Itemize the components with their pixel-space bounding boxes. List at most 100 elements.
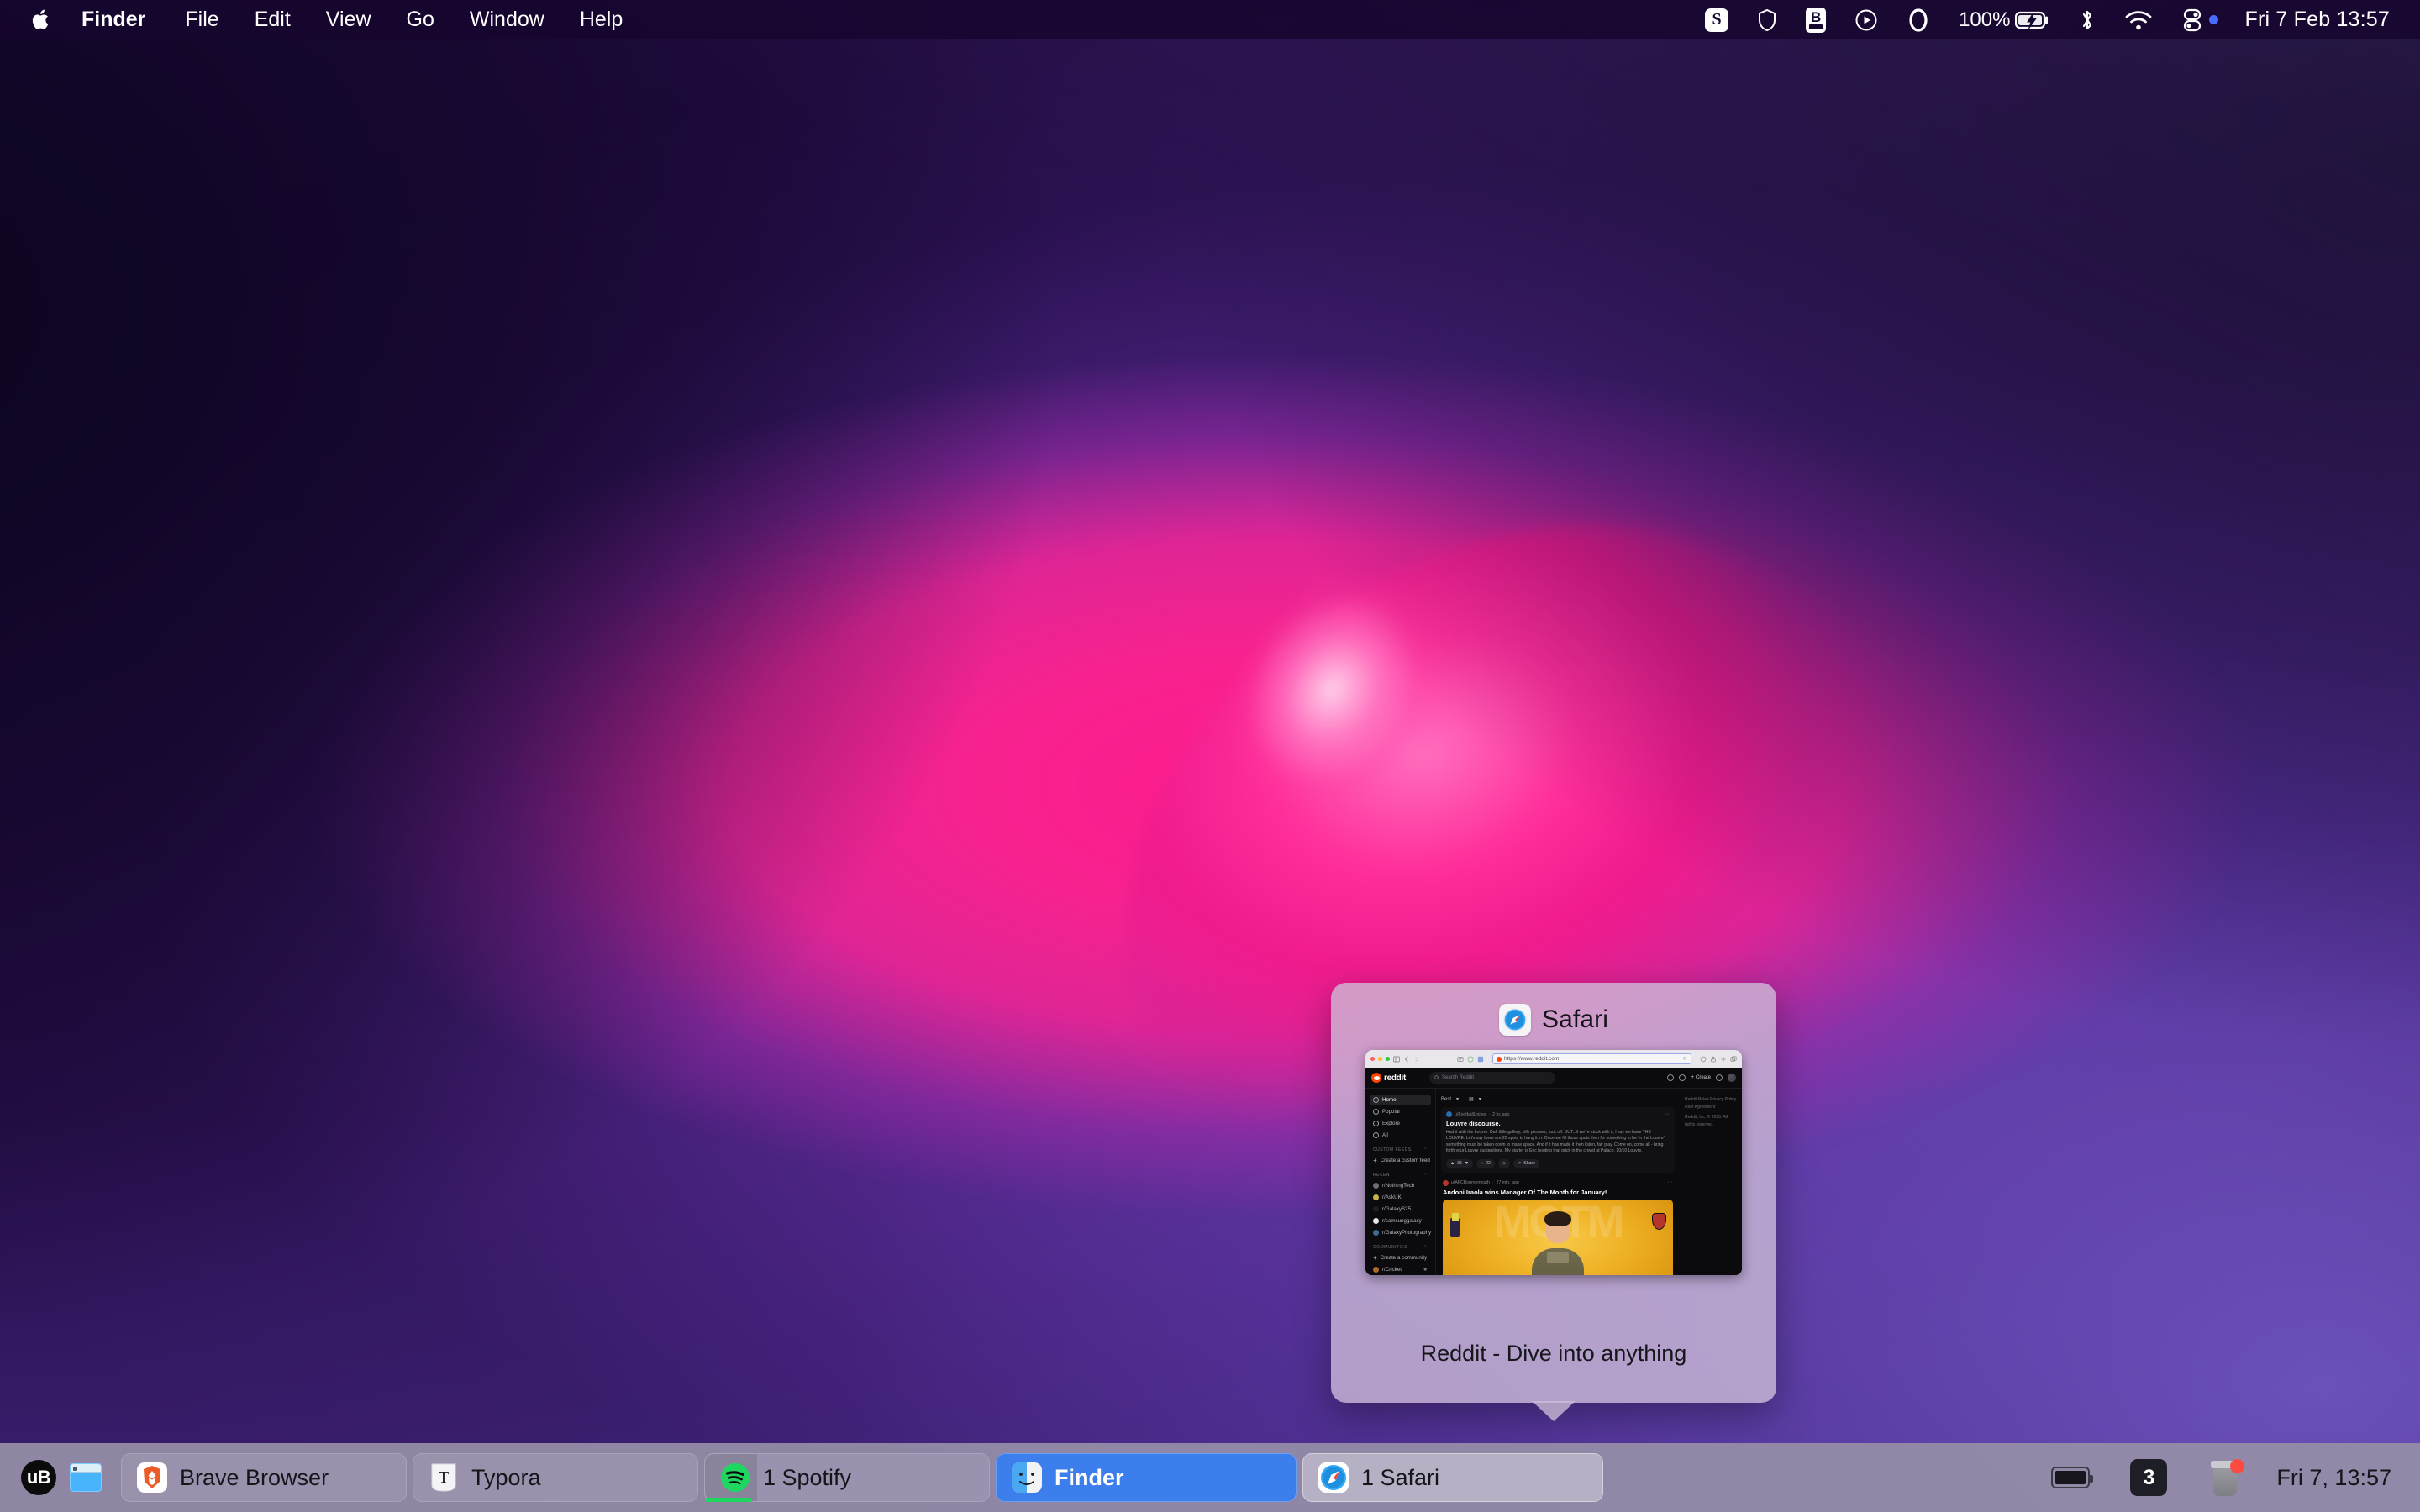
subreddit-icon bbox=[1373, 1194, 1379, 1200]
create-custom-feed-item[interactable]: + Create a custom feed bbox=[1370, 1155, 1431, 1166]
task-label: Brave Browser bbox=[180, 1464, 329, 1490]
spotify-icon bbox=[718, 1461, 752, 1494]
extension-icon bbox=[1477, 1056, 1484, 1062]
recent-item[interactable]: r/GalaxyPhotography bbox=[1370, 1227, 1431, 1238]
comment-icon: ◌ bbox=[1481, 1161, 1484, 1166]
chevron-down-icon: ▾ bbox=[1456, 1097, 1460, 1102]
community-item[interactable]: r/Cricket ★ bbox=[1370, 1264, 1431, 1275]
share-label: Share bbox=[1523, 1161, 1536, 1166]
address-bar[interactable]: https://www.reddit.com ⟳ bbox=[1492, 1053, 1691, 1064]
menu-item-edit[interactable]: Edit bbox=[237, 9, 308, 30]
sidebar-item-all[interactable]: All bbox=[1370, 1130, 1431, 1141]
subreddit-icon bbox=[1373, 1218, 1379, 1224]
menu-item-help[interactable]: Help bbox=[562, 9, 640, 30]
post-card[interactable]: u/AFCBournemouth · 27 min. ago ··· Andon… bbox=[1441, 1176, 1675, 1275]
menu-item-finder[interactable]: Finder bbox=[66, 9, 167, 30]
notifications-bell-icon[interactable] bbox=[1716, 1074, 1723, 1081]
task-brave-browser[interactable]: Brave Browser bbox=[121, 1453, 407, 1502]
award-icon: ◇ bbox=[1502, 1161, 1506, 1166]
menu-bar-clock[interactable]: Fri 7 Feb 13:57 bbox=[2233, 8, 2395, 32]
post-avatar bbox=[1446, 1111, 1452, 1117]
wallpaper-band bbox=[0, 0, 2420, 1512]
bluetooth-icon[interactable] bbox=[2065, 0, 2110, 39]
section-custom-feeds[interactable]: CUSTOM FEEDS ⌃ bbox=[1370, 1142, 1431, 1155]
star-icon[interactable]: ★ bbox=[1423, 1267, 1428, 1273]
workspace-badge[interactable]: 3 bbox=[2110, 1459, 2187, 1496]
privacy-report-icon bbox=[1700, 1056, 1707, 1062]
sidebar-item-home[interactable]: Home bbox=[1370, 1095, 1431, 1105]
sidebar-item-explore[interactable]: Explore bbox=[1370, 1118, 1431, 1129]
task-spotify[interactable]: 1 Spotify bbox=[704, 1453, 990, 1502]
preview-header: Safari bbox=[1499, 996, 1608, 1043]
chat-icon[interactable] bbox=[1679, 1074, 1686, 1081]
section-recent[interactable]: RECENT ⌃ bbox=[1370, 1167, 1431, 1180]
sidebar-item-label: All bbox=[1382, 1132, 1388, 1138]
post-avatar bbox=[1443, 1179, 1449, 1186]
sidebar-item-label: Explore bbox=[1382, 1121, 1400, 1126]
reddit-logo[interactable]: reddit bbox=[1371, 1073, 1406, 1083]
battery-icon[interactable] bbox=[2031, 1467, 2110, 1488]
trash-icon[interactable] bbox=[2187, 1459, 2263, 1496]
sidebar-item-popular[interactable]: Popular bbox=[1370, 1106, 1431, 1117]
reddit-search-input[interactable]: Search Reddit bbox=[1428, 1072, 1555, 1084]
vote-control[interactable]: ▲ 35 ▼ bbox=[1446, 1158, 1474, 1168]
menu-item-view[interactable]: View bbox=[308, 9, 389, 30]
downvote-icon[interactable]: ▼ bbox=[1465, 1161, 1469, 1166]
post-title[interactable]: Louvre discourse. bbox=[1446, 1120, 1670, 1127]
control-center-icon[interactable] bbox=[2167, 0, 2233, 39]
safari-icon bbox=[1317, 1461, 1350, 1494]
apple-logo-icon[interactable] bbox=[18, 8, 66, 31]
close-icon bbox=[1370, 1057, 1375, 1061]
recent-item[interactable]: r/samsunggalaxy bbox=[1370, 1215, 1431, 1226]
reddit-search-placeholder: Search Reddit bbox=[1441, 1075, 1475, 1080]
recent-item[interactable]: r/AskUK bbox=[1370, 1192, 1431, 1203]
running-indicator bbox=[705, 1498, 752, 1502]
post-card[interactable]: u/FootballUnites · 2 hr. ago ··· Louvre … bbox=[1441, 1107, 1675, 1173]
window-preview-popup[interactable]: Safari https://www.reddit.com ⟳ reddit S… bbox=[1331, 983, 1776, 1403]
recent-item[interactable]: r/GalaxyS25 bbox=[1370, 1204, 1431, 1215]
upvote-icon[interactable]: ▲ bbox=[1450, 1161, 1455, 1166]
share-button[interactable]: ↗ Share bbox=[1512, 1158, 1540, 1168]
window-thumbnail[interactable]: https://www.reddit.com ⟳ reddit Search R… bbox=[1365, 1050, 1742, 1275]
dock-clock[interactable]: Fri 7, 13:57 bbox=[2263, 1465, 2400, 1491]
ring-icon[interactable] bbox=[1892, 0, 1944, 39]
address-bar-url: https://www.reddit.com bbox=[1504, 1056, 1560, 1062]
avatar[interactable] bbox=[1728, 1074, 1736, 1082]
wifi-icon[interactable] bbox=[2110, 0, 2167, 39]
create-community-item[interactable]: + Create a community bbox=[1370, 1252, 1431, 1263]
menu-item-window[interactable]: Window bbox=[452, 9, 562, 30]
task-safari[interactable]: 1 Safari bbox=[1302, 1453, 1603, 1502]
recent-item[interactable]: r/NothingTech bbox=[1370, 1180, 1431, 1191]
comments-button[interactable]: ◌ 22 bbox=[1476, 1158, 1495, 1168]
footer-links[interactable]: Reddit Rules Privacy Policy User Agreeme… bbox=[1685, 1096, 1737, 1110]
menu-item-go[interactable]: Go bbox=[389, 9, 452, 30]
task-typora[interactable]: T Typora bbox=[413, 1453, 698, 1502]
post-author[interactable]: u/FootballUnites bbox=[1455, 1112, 1486, 1117]
post-image[interactable]: MOTM ANDONI bbox=[1443, 1199, 1673, 1275]
menu-bar-left: Finder File Edit View Go Window Help bbox=[18, 8, 640, 31]
shottr-status-icon[interactable]: S bbox=[1691, 0, 1743, 39]
bitwarden-status-icon[interactable]: B bbox=[1791, 0, 1840, 39]
task-label: 1 Safari bbox=[1361, 1464, 1440, 1490]
section-communities[interactable]: COMMUNITIES ⌃ bbox=[1370, 1239, 1431, 1252]
view-mode-icon[interactable]: ▤ bbox=[1469, 1096, 1474, 1102]
post-title[interactable]: Andoni Iraola wins Manager Of The Month … bbox=[1443, 1189, 1673, 1196]
reddit-sidebar[interactable]: Home Popular Explore All CUSTOM FEEDS ⌃ … bbox=[1365, 1068, 1436, 1275]
create-community-label: Create a community bbox=[1380, 1255, 1428, 1261]
play-circle-icon[interactable] bbox=[1840, 0, 1892, 39]
reddit-page-body: Home Popular Explore All CUSTOM FEEDS ⌃ … bbox=[1365, 1068, 1742, 1275]
post-author[interactable]: u/AFCBournemouth bbox=[1451, 1180, 1490, 1185]
shield-icon[interactable] bbox=[1743, 0, 1791, 39]
post-time: 27 min. ago bbox=[1496, 1180, 1519, 1185]
task-finder[interactable]: Finder bbox=[996, 1453, 1297, 1502]
award-button[interactable]: ◇ bbox=[1497, 1158, 1510, 1168]
reddit-create-button[interactable]: + Create bbox=[1691, 1075, 1711, 1080]
all-icon bbox=[1373, 1132, 1379, 1138]
ublock-origin-icon[interactable]: uB bbox=[15, 1460, 62, 1495]
window-manager-icon[interactable] bbox=[62, 1463, 109, 1492]
reddit-favicon bbox=[1497, 1056, 1502, 1062]
menu-item-file[interactable]: File bbox=[167, 9, 236, 30]
battery-status[interactable]: 100% bbox=[1944, 0, 2065, 39]
advertise-icon[interactable] bbox=[1667, 1074, 1675, 1081]
feed-sort-bar[interactable]: Best ▾ ▤ ▾ bbox=[1441, 1095, 1675, 1104]
